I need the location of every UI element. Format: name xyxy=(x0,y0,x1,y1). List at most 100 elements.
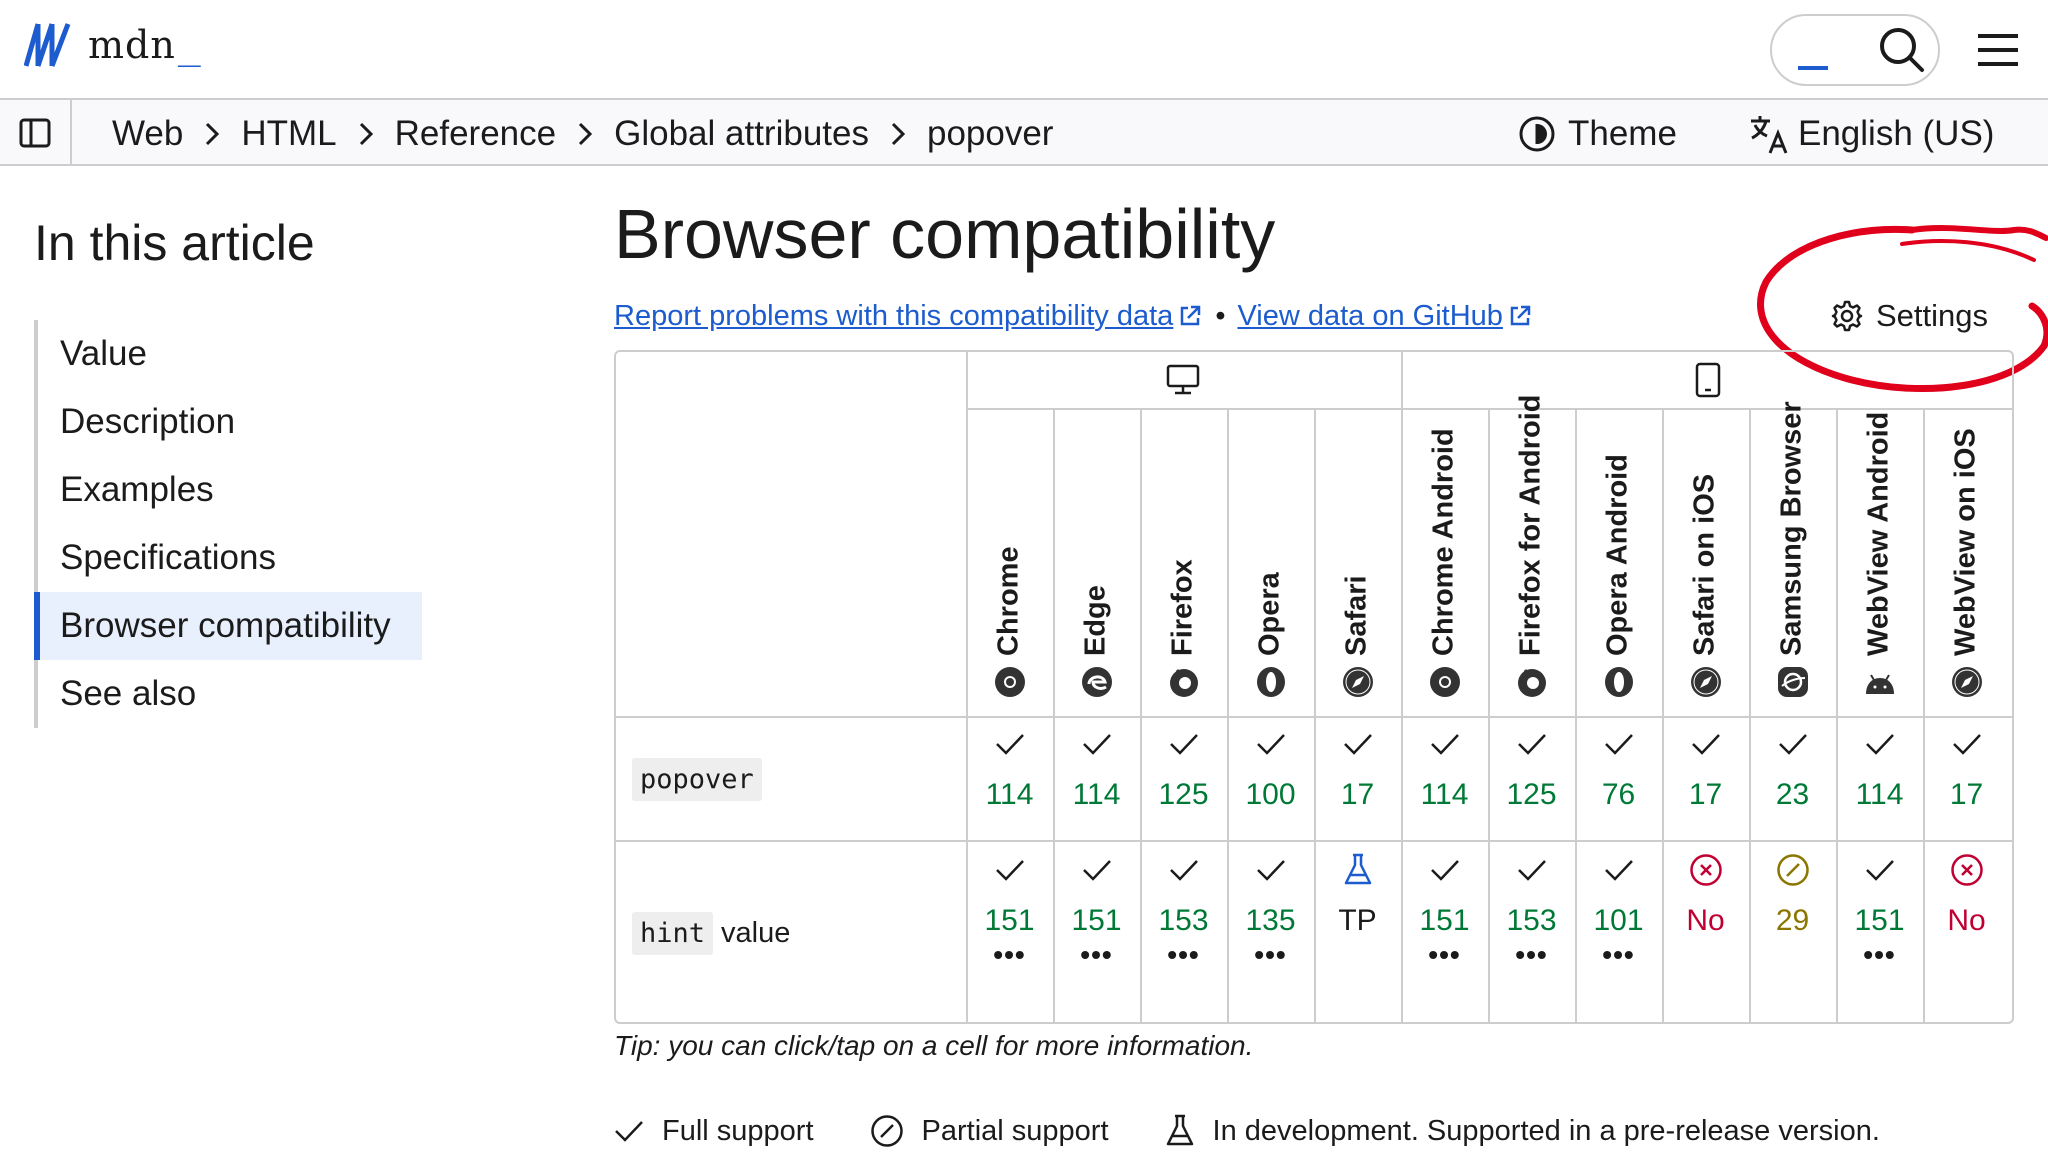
browser-name: Firefox xyxy=(1166,559,1199,656)
check-icon xyxy=(1140,850,1227,890)
firefox-icon xyxy=(1518,669,1546,697)
toc-title: In this article xyxy=(34,215,315,271)
breadcrumb-item-reference[interactable]: Reference xyxy=(395,114,556,154)
check-icon xyxy=(1140,724,1227,764)
chrome-icon xyxy=(995,667,1025,697)
support-cell[interactable]: 101 ••• xyxy=(1575,850,1662,970)
support-cell[interactable]: 153 ••• xyxy=(1140,850,1227,969)
breadcrumb-item-web[interactable]: Web xyxy=(112,114,183,154)
safari-icon xyxy=(1691,667,1721,697)
support-cell[interactable]: 23 xyxy=(1749,724,1836,812)
feature-hint-value[interactable]: hint value xyxy=(632,912,790,955)
toc-item-value[interactable]: Value xyxy=(38,320,424,388)
browser-name: Chrome Android xyxy=(1427,428,1460,656)
check-icon xyxy=(615,1121,643,1142)
logo-text: mdn xyxy=(88,23,176,67)
version-label: 17 xyxy=(1340,778,1375,811)
browser-name: Safari on iOS xyxy=(1688,473,1721,656)
feature-code: popover xyxy=(632,758,762,801)
breadcrumb-item-global-attributes[interactable]: Global attributes xyxy=(614,114,869,154)
legend-item-preview: In development. Supported in a pre-relea… xyxy=(1165,1114,1880,1148)
support-cell[interactable]: 151 ••• xyxy=(1836,850,1923,970)
legend-label: In development. Supported in a pre-relea… xyxy=(1212,1114,1880,1147)
version-label: 151 xyxy=(1419,904,1470,937)
partial-icon xyxy=(1749,850,1836,890)
support-cell[interactable]: 29 xyxy=(1749,850,1836,938)
support-cell[interactable]: 125 xyxy=(1488,724,1575,812)
support-cell[interactable]: 114 xyxy=(966,724,1053,812)
support-cell[interactable]: No xyxy=(1923,850,2010,938)
more-info-indicator: ••• xyxy=(1602,939,1635,970)
support-cell[interactable]: 125 xyxy=(1140,724,1227,812)
check-icon xyxy=(1575,724,1662,764)
support-cell[interactable]: 153 ••• xyxy=(1488,850,1575,969)
browser-header-chrome: Chrome xyxy=(966,412,1053,708)
flask-icon xyxy=(1166,1114,1193,1146)
support-cell[interactable]: 114 xyxy=(1836,724,1923,812)
mdn-logo-icon xyxy=(24,23,71,67)
support-cell[interactable]: 17 xyxy=(1923,724,2010,812)
version-label: No xyxy=(1686,904,1725,937)
language-label: English (US) xyxy=(1798,114,1995,153)
compat-table: Chrome Edge Firefox Opera Safari Chrome … xyxy=(614,350,2014,1024)
version-label: 114 xyxy=(1072,778,1121,811)
partial-icon xyxy=(870,1115,903,1147)
version-label: No xyxy=(1947,904,1986,937)
breadcrumb-item-popover[interactable]: popover xyxy=(927,114,1053,154)
support-cell[interactable]: TP xyxy=(1314,850,1401,938)
toc-item-browser-compatibility[interactable]: Browser compatibility xyxy=(34,592,422,660)
chevron-right-icon xyxy=(891,122,905,146)
check-icon xyxy=(1662,724,1749,764)
external-link-icon xyxy=(1181,305,1201,326)
sidebar-toggle-button[interactable] xyxy=(0,100,72,166)
mdn-logo[interactable]: mdn _ xyxy=(24,22,201,68)
support-cell[interactable]: 114 xyxy=(1401,724,1488,812)
version-label: 101 xyxy=(1593,904,1644,937)
theme-label: Theme xyxy=(1568,114,1677,153)
language-button[interactable]: English (US) xyxy=(1748,110,1994,158)
version-label: 29 xyxy=(1775,904,1810,937)
check-icon xyxy=(1836,724,1923,764)
opera-icon xyxy=(1605,667,1633,697)
support-cell[interactable]: 151 ••• xyxy=(1401,850,1488,970)
breadcrumb-item-html[interactable]: HTML xyxy=(241,114,336,154)
support-cell[interactable]: 151 ••• xyxy=(1053,850,1140,970)
check-icon xyxy=(1401,850,1488,890)
browser-name: Safari xyxy=(1340,575,1373,656)
check-icon xyxy=(966,724,1053,764)
browser-header-safari: Safari xyxy=(1314,412,1401,708)
toc-item-examples[interactable]: Examples xyxy=(38,456,424,524)
support-cell[interactable]: 151 ••• xyxy=(966,850,1053,969)
support-cell[interactable]: 76 xyxy=(1575,724,1662,812)
search-icon[interactable] xyxy=(1878,26,1926,74)
check-icon xyxy=(1488,724,1575,764)
support-cell[interactable]: 17 xyxy=(1314,724,1401,812)
toc-item-specifications[interactable]: Specifications xyxy=(38,524,424,592)
theme-button[interactable]: Theme xyxy=(1518,112,1677,156)
view-on-github-link[interactable]: View data on GitHub xyxy=(1237,300,1532,333)
more-info-indicator: ••• xyxy=(1863,939,1896,970)
support-cell[interactable]: 17 xyxy=(1662,724,1749,812)
support-cell[interactable]: 100 xyxy=(1227,724,1314,812)
compat-links: Report problems with this compatibility … xyxy=(614,296,1533,336)
toc-item-description[interactable]: Description xyxy=(38,388,424,456)
version-label: 151 xyxy=(984,904,1035,937)
hamburger-menu-icon[interactable] xyxy=(1976,30,2020,70)
feature-popover[interactable]: popover xyxy=(632,758,762,801)
check-icon xyxy=(1401,724,1488,764)
legend-label: Full support xyxy=(662,1114,814,1147)
support-cell[interactable]: 135 ••• xyxy=(1227,850,1314,969)
support-cell[interactable]: 114 xyxy=(1053,724,1140,812)
support-cell[interactable]: No xyxy=(1662,850,1749,938)
report-problems-link[interactable]: Report problems with this compatibility … xyxy=(614,300,1203,333)
toc-item-see-also[interactable]: See also xyxy=(38,660,424,728)
more-info-indicator: ••• xyxy=(1080,939,1113,970)
link-separator: • xyxy=(1215,299,1226,332)
more-info-indicator: ••• xyxy=(1428,939,1461,970)
browser-header-edge: Edge xyxy=(1053,412,1140,708)
logo-underscore: _ xyxy=(177,23,201,67)
check-icon xyxy=(1227,724,1314,764)
browser-name: Chrome xyxy=(992,546,1025,656)
feature-text: value xyxy=(721,917,791,949)
legend-item-full: Full support xyxy=(614,1115,814,1148)
